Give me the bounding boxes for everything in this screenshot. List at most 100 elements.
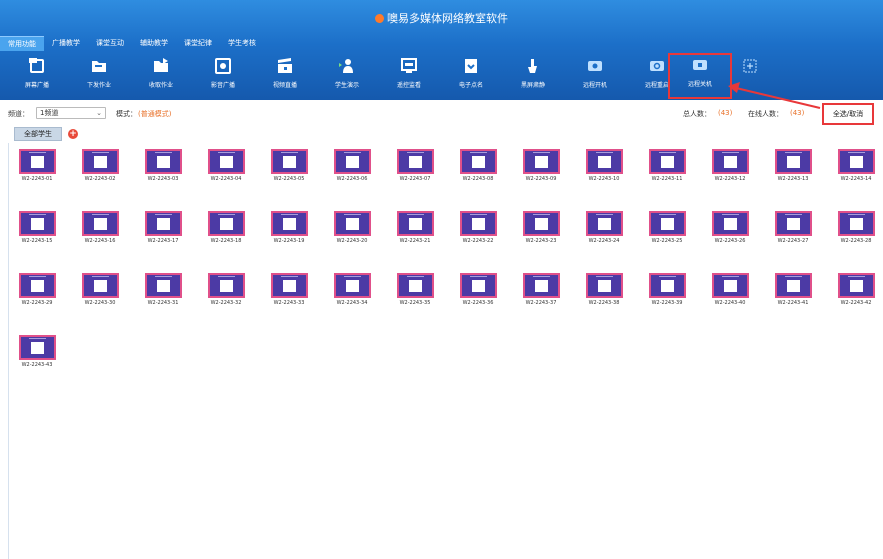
student-pc-name: W2-2243-32 bbox=[210, 300, 242, 306]
screen-window bbox=[850, 280, 863, 292]
student-pc-tile[interactable]: W2-2243-38 bbox=[575, 269, 633, 319]
student-pc-tile[interactable]: W2-2243-14 bbox=[827, 145, 883, 195]
app-window: 噢易多媒体网络教室软件 常用功能 广播教学 课堂互动 辅助教学 课堂纪律 学生考… bbox=[0, 0, 883, 559]
monitor-screen-icon bbox=[82, 273, 119, 298]
student-pc-tile[interactable]: W2-2243-26 bbox=[701, 207, 759, 257]
student-pc-tile[interactable]: W2-2243-34 bbox=[323, 269, 381, 319]
student-pc-tile[interactable]: W2-2243-08 bbox=[449, 145, 507, 195]
student-pc-tile[interactable]: W2-2243-36 bbox=[449, 269, 507, 319]
video-live-button[interactable]: 视频直播 bbox=[256, 56, 314, 96]
student-pc-name: W2-2243-03 bbox=[147, 176, 179, 182]
screen-window bbox=[409, 218, 422, 230]
tab-all-students[interactable]: 全部学生 bbox=[14, 127, 62, 141]
screen-topbar bbox=[281, 214, 298, 215]
tab-common[interactable]: 常用功能 bbox=[0, 36, 44, 51]
student-pc-tile[interactable]: W2-2243-11 bbox=[638, 145, 696, 195]
student-pc-tile[interactable]: W2-2243-09 bbox=[512, 145, 570, 195]
monitor-screen-icon bbox=[208, 149, 245, 174]
student-pc-tile[interactable]: W2-2243-27 bbox=[764, 207, 822, 257]
monitor-screen-icon bbox=[19, 273, 56, 298]
student-pc-tile[interactable]: W2-2243-12 bbox=[701, 145, 759, 195]
student-pc-tile[interactable]: W2-2243-17 bbox=[134, 207, 192, 257]
student-pc-tile[interactable]: W2-2243-32 bbox=[197, 269, 255, 319]
monitor-screen-icon bbox=[82, 211, 119, 236]
online-count-label: 在线人数： bbox=[748, 110, 783, 118]
black-screen-button[interactable]: 黑屏肃静 bbox=[504, 56, 562, 96]
student-pc-tile[interactable]: W2-2243-03 bbox=[134, 145, 192, 195]
expand-toolbar-button[interactable] bbox=[728, 56, 772, 96]
student-pc-tile[interactable]: W2-2243-24 bbox=[575, 207, 633, 257]
student-pc-tile[interactable]: W2-2243-41 bbox=[764, 269, 822, 319]
screen-topbar bbox=[470, 152, 487, 153]
tab-assist-teaching[interactable]: 辅助教学 bbox=[132, 36, 176, 51]
screen-topbar bbox=[155, 276, 172, 277]
screen-window bbox=[661, 280, 674, 292]
student-pc-tile[interactable]: W2-2243-05 bbox=[260, 145, 318, 195]
student-pc-tile[interactable]: W2-2243-25 bbox=[638, 207, 696, 257]
monitor-screen-icon bbox=[460, 211, 497, 236]
student-pc-name: W2-2243-34 bbox=[336, 300, 368, 306]
student-pc-tile[interactable]: W2-2243-23 bbox=[512, 207, 570, 257]
student-pc-tile[interactable]: W2-2243-42 bbox=[827, 269, 883, 319]
screen-topbar bbox=[92, 276, 109, 277]
media-broadcast-button[interactable]: 影音广播 bbox=[194, 56, 252, 96]
screen-window bbox=[787, 280, 800, 292]
send-homework-button[interactable]: 下发作业 bbox=[70, 56, 128, 96]
tab-student-exam[interactable]: 学生考核 bbox=[220, 36, 264, 51]
student-pc-tile[interactable]: W2-2243-43 bbox=[8, 331, 66, 381]
student-pc-name: W2-2243-31 bbox=[147, 300, 179, 306]
student-pc-name: W2-2243-08 bbox=[462, 176, 494, 182]
student-pc-tile[interactable]: W2-2243-35 bbox=[386, 269, 444, 319]
student-pc-tile[interactable]: W2-2243-02 bbox=[71, 145, 129, 195]
student-pc-tile[interactable]: W2-2243-15 bbox=[8, 207, 66, 257]
screen-window bbox=[283, 156, 296, 168]
remote-power-on-button[interactable]: 远程开机 bbox=[566, 56, 624, 96]
remote-power-on-icon bbox=[588, 61, 602, 71]
student-pc-tile[interactable]: W2-2243-28 bbox=[827, 207, 883, 257]
monitor-screen-icon bbox=[649, 273, 686, 298]
screen-window bbox=[472, 156, 485, 168]
remote-shutdown-button[interactable]: 远程关机 bbox=[668, 53, 732, 99]
student-pc-tile[interactable]: W2-2243-21 bbox=[386, 207, 444, 257]
student-pc-tile[interactable]: W2-2243-13 bbox=[764, 145, 822, 195]
collect-homework-button[interactable]: 收取作业 bbox=[132, 56, 190, 96]
student-pc-name: W2-2243-01 bbox=[21, 176, 53, 182]
student-demo-button[interactable]: 学生演示 bbox=[318, 56, 376, 96]
screen-window bbox=[535, 218, 548, 230]
channel-select[interactable]: 1频道 ⌄ bbox=[36, 107, 106, 119]
student-pc-tile[interactable]: W2-2243-22 bbox=[449, 207, 507, 257]
student-pc-tile[interactable]: W2-2243-16 bbox=[71, 207, 129, 257]
student-pc-tile[interactable]: W2-2243-07 bbox=[386, 145, 444, 195]
student-pc-tile[interactable]: W2-2243-18 bbox=[197, 207, 255, 257]
student-pc-tile[interactable]: W2-2243-01 bbox=[8, 145, 66, 195]
screen-topbar bbox=[218, 152, 235, 153]
student-pc-tile[interactable]: W2-2243-19 bbox=[260, 207, 318, 257]
student-pc-tile[interactable]: W2-2243-39 bbox=[638, 269, 696, 319]
screen-broadcast-button[interactable]: 屏幕广播 bbox=[8, 56, 66, 96]
student-pc-tile[interactable]: W2-2243-33 bbox=[260, 269, 318, 319]
roll-call-button[interactable]: 电子点名 bbox=[442, 56, 500, 96]
student-pc-tile[interactable]: W2-2243-20 bbox=[323, 207, 381, 257]
student-pc-tile[interactable]: W2-2243-29 bbox=[8, 269, 66, 319]
student-pc-tile[interactable]: W2-2243-10 bbox=[575, 145, 633, 195]
monitor-screen-icon bbox=[397, 149, 434, 174]
student-pc-tile[interactable]: W2-2243-31 bbox=[134, 269, 192, 319]
student-pc-name: W2-2243-13 bbox=[777, 176, 809, 182]
student-pc-tile[interactable]: W2-2243-40 bbox=[701, 269, 759, 319]
student-pc-tile[interactable]: W2-2243-04 bbox=[197, 145, 255, 195]
remote-monitor-button[interactable]: 遥控监看 bbox=[380, 56, 438, 96]
student-pc-name: W2-2243-43 bbox=[21, 362, 53, 368]
screen-topbar bbox=[722, 152, 739, 153]
monitor-screen-icon bbox=[586, 211, 623, 236]
tab-class-interaction[interactable]: 课堂互动 bbox=[88, 36, 132, 51]
student-pc-tile[interactable]: W2-2243-37 bbox=[512, 269, 570, 319]
tab-class-discipline[interactable]: 课堂纪律 bbox=[176, 36, 220, 51]
screen-window bbox=[346, 156, 359, 168]
student-pc-tile[interactable]: W2-2243-06 bbox=[323, 145, 381, 195]
monitor-screen-icon bbox=[19, 149, 56, 174]
screen-topbar bbox=[218, 214, 235, 215]
select-all-button[interactable]: 全选/取消 bbox=[822, 103, 874, 125]
add-group-button[interactable]: + bbox=[68, 129, 78, 139]
tab-broadcast-teaching[interactable]: 广播教学 bbox=[44, 36, 88, 51]
student-pc-tile[interactable]: W2-2243-30 bbox=[71, 269, 129, 319]
